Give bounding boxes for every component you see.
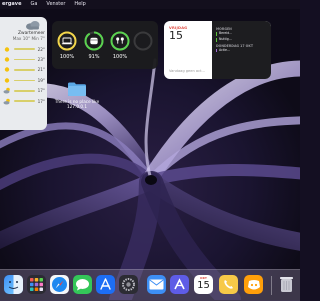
battery-percent-laptop: 100% (59, 54, 75, 60)
temp-range-bar (14, 79, 35, 82)
calendar-app-icon[interactable]: OKT 15 (194, 275, 213, 294)
battery-ring-empty (133, 31, 153, 51)
airpods-icon (116, 37, 124, 44)
calendar-date: 15 (169, 29, 183, 42)
calendar-event[interactable]: Bereid... (216, 31, 267, 36)
folder-icon[interactable] (67, 81, 87, 97)
forecast-row: 21° (3, 65, 45, 75)
forecast-row: 17° (3, 86, 45, 96)
event-title: Bereid... (219, 31, 233, 35)
weather-widget[interactable]: Zwartemeer Max 10° Min 7° 22° 23° 21° 19… (0, 17, 47, 130)
launchpad-icon[interactable] (27, 275, 46, 294)
mail-icon[interactable] (147, 275, 166, 294)
discord-icon[interactable] (244, 275, 263, 294)
calendar-no-events: Vandaag geen act... (169, 69, 205, 73)
calendar-event[interactable]: Actie... (216, 47, 267, 53)
calendar-widget[interactable]: VRIJDAG 15 Vandaag geen act... MORGEN Be… (164, 21, 271, 79)
airpods-case-icon (90, 37, 98, 45)
sun-icon (4, 57, 10, 62)
calendar-section-heading: DONDERDAG 17 OKT (216, 43, 254, 48)
menu-bar: ergave Ga Venster Help (0, 0, 300, 9)
forecast-row: 19° (3, 75, 45, 85)
notes-app-icon[interactable] (170, 275, 189, 294)
forecast-temp: 19° (37, 77, 45, 83)
temp-range-bar (14, 48, 35, 50)
trash-icon[interactable] (277, 275, 296, 294)
temp-range-bar (14, 69, 35, 71)
battery-widget[interactable]: 100% 91% 100% (52, 21, 158, 69)
event-title: Actie... (219, 47, 231, 52)
temp-range-bar (14, 100, 35, 102)
sun-icon (4, 78, 10, 83)
cloud-sun-icon (3, 98, 10, 105)
forecast-temp: 22° (37, 46, 45, 52)
forecast-temp: 17° (37, 88, 45, 94)
settings-icon[interactable] (119, 275, 138, 294)
forecast-temp: 17° (37, 98, 45, 104)
finder-icon[interactable] (4, 275, 23, 294)
dock: OKT 15 (0, 269, 300, 301)
safari-icon[interactable] (50, 275, 69, 294)
laptop-icon (61, 37, 73, 45)
battery-ring-laptop (57, 31, 77, 51)
menu-item-ga[interactable]: Ga (30, 0, 37, 9)
menu-item-venster[interactable]: Venster (46, 0, 65, 9)
battery-ring-airpods (110, 31, 130, 51)
forecast-row: 23° (3, 54, 45, 64)
forecast-temp: 21° (37, 67, 45, 73)
temp-range-bar (14, 89, 35, 92)
cloud-sun-icon (3, 87, 10, 94)
calendar-event[interactable]: Nuttig... (216, 36, 267, 42)
folder-label[interactable]: There is no place like 127.0.0.1 (52, 99, 102, 109)
calendar-app-date: 15 (197, 280, 210, 291)
app-store-icon[interactable] (96, 275, 115, 294)
calendar-upcoming: MORGEN Bereid... Nuttig... DONDERDAG 17 … (212, 21, 271, 79)
weather-range: Max 10° Min 7° (12, 36, 45, 41)
event-title: Nuttig... (219, 36, 232, 41)
cloud-icon (26, 21, 40, 30)
forecast-row: 22° (3, 44, 45, 54)
phone-app-icon[interactable] (219, 275, 238, 294)
battery-ring-case (84, 31, 104, 51)
forecast-temp: 23° (37, 57, 45, 63)
messages-icon[interactable] (73, 275, 92, 294)
menu-item-help[interactable]: Help (74, 0, 85, 9)
dock-separator (271, 276, 272, 295)
battery-percent-case: 91% (88, 54, 100, 60)
forecast-row: 17° (3, 96, 45, 106)
temp-range-bar (14, 58, 35, 61)
menu-item-ergave[interactable]: ergave (2, 0, 21, 9)
battery-percent-airpods: 100% (112, 54, 128, 60)
sun-icon (4, 67, 10, 73)
sun-icon (4, 46, 10, 52)
